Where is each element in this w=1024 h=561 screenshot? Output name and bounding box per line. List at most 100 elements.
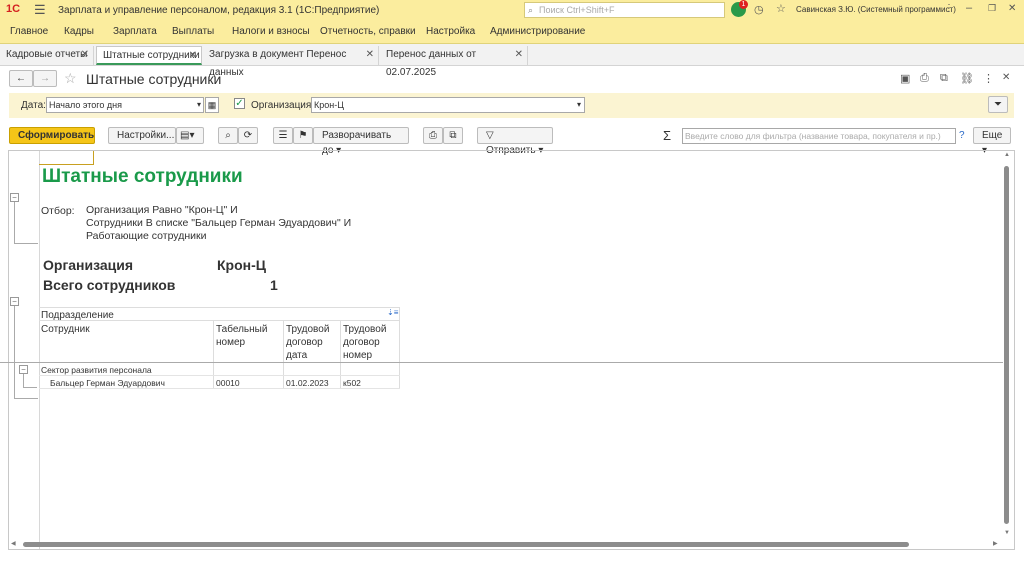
dropdown-icon[interactable]: ▾ — [197, 98, 201, 112]
count-label: Всего сотрудников — [43, 277, 176, 293]
row-border — [39, 388, 400, 389]
organization-checkbox[interactable]: ✓ — [234, 98, 245, 109]
menu-icon[interactable]: ☰ — [34, 2, 46, 18]
minimize-icon[interactable]: – — [966, 2, 972, 14]
link-icon[interactable]: ⛓ — [960, 72, 974, 85]
title-bar: 1С ☰ Зарплата и управление персоналом, р… — [0, 0, 1024, 20]
date-label: Дата: — [21, 100, 46, 111]
calendar-icon[interactable]: ▦ — [205, 97, 219, 113]
dropdown-icon[interactable]: ▾ — [577, 98, 581, 112]
group-line — [23, 374, 24, 388]
menu-item-admin[interactable]: Администрирование — [490, 26, 585, 37]
group-collapse-icon[interactable]: − — [10, 193, 19, 202]
print-icon: ⎙ — [429, 130, 437, 141]
find-button[interactable]: ⌕ — [218, 127, 238, 144]
horizontal-scroll-thumb[interactable] — [23, 542, 909, 547]
menu-item-main[interactable]: Главное — [10, 26, 48, 37]
col-divider — [340, 321, 341, 388]
folder-icon: ▤▾ — [180, 130, 195, 141]
menu-item-reports[interactable]: Отчетность, справки — [320, 26, 416, 37]
scroll-up-icon[interactable]: ▲ — [1004, 152, 1010, 158]
back-button[interactable]: ← — [9, 70, 33, 87]
restore-icon[interactable]: ❐ — [988, 3, 996, 14]
preview-icon[interactable]: ⧉ — [940, 72, 948, 85]
menu-item-settings[interactable]: Настройка — [426, 26, 475, 37]
tab-bar: Кадровые отчеты ✕ Штатные сотрудники ✕ Заг… — [0, 44, 1024, 78]
date-field[interactable]: Начало этого дня ▾ — [46, 97, 204, 113]
generate-button[interactable]: Сформировать — [9, 127, 95, 144]
report-gutter-line — [39, 151, 40, 549]
variants-button[interactable]: ▤▾ — [176, 127, 204, 144]
cell-employee: Бальцер Герман Эдуардович — [50, 378, 165, 388]
close-icon[interactable]: ✕ — [81, 46, 89, 64]
window-title: Зарплата и управление персоналом, редакц… — [58, 5, 380, 16]
cell-tab-number: 00010 — [216, 378, 240, 388]
organization-field[interactable]: Крон-Ц ▾ — [311, 97, 585, 113]
col-divider — [213, 321, 214, 388]
close-icon[interactable]: ✕ — [515, 46, 523, 64]
filter-line: Работающие сотрудники — [86, 230, 207, 242]
group-collapse-icon[interactable]: − — [19, 365, 28, 374]
save-icon[interactable]: ▣ — [900, 72, 910, 85]
list-icon: ☰ — [278, 130, 288, 141]
more-button[interactable]: Еще ▾ — [973, 127, 1011, 156]
scroll-down-icon[interactable]: ▼ — [1004, 530, 1010, 536]
menu-item-salary[interactable]: Зарплата — [113, 26, 157, 37]
table-border — [39, 307, 400, 308]
print-button[interactable]: ⎙ — [423, 127, 443, 144]
close-icon[interactable]: ✕ — [189, 47, 197, 65]
send-icon: ▽ — [486, 130, 494, 141]
menu-item-taxes[interactable]: Налоги и взносы — [232, 26, 310, 37]
form-title: Штатные сотрудники — [86, 71, 222, 87]
tab-load-transfer[interactable]: Загрузка в документ Перенос данных ✕ — [203, 46, 379, 78]
find-next-button[interactable]: ⟳ — [238, 127, 258, 144]
help-icon[interactable]: ? — [959, 130, 965, 141]
history-icon[interactable]: ◷ — [754, 3, 764, 16]
tab-hr-reports[interactable]: Кадровые отчеты ✕ — [0, 46, 94, 65]
menu-item-hr[interactable]: Кадры — [64, 26, 94, 37]
filter-input[interactable]: Введите слово для фильтра (название това… — [682, 128, 956, 144]
group-line — [14, 306, 15, 399]
sort-icon[interactable]: ⇣≡ — [387, 308, 398, 317]
user-name: Савинская З.Ю. (Системный программист) — [796, 5, 956, 14]
vertical-scroll-thumb[interactable] — [1004, 166, 1009, 524]
org-value: Крон-Ц — [217, 257, 266, 273]
row-border — [39, 375, 400, 376]
notification-badge: 1 — [739, 0, 748, 9]
form-close-icon[interactable]: ✕ — [1002, 72, 1010, 83]
send-button[interactable]: ▽ Отправить ▾ — [477, 127, 553, 156]
scroll-left-icon[interactable]: ◀ — [11, 540, 16, 547]
table-header-separator — [0, 362, 1003, 363]
sum-icon[interactable]: Σ — [663, 128, 671, 143]
form-more-icon[interactable]: ⋮ — [983, 72, 994, 85]
report-title: Штатные сотрудники — [42, 166, 243, 187]
app-logo: 1С — [6, 3, 21, 15]
preview-button[interactable]: ⧉ — [443, 127, 463, 144]
group-row: Сектор развития персонала — [41, 365, 152, 375]
filter-line: Организация Равно "Крон-Ц" И — [86, 204, 238, 216]
org-label: Организация — [43, 257, 134, 273]
tab-data-transfer[interactable]: Перенос данных от 02.07.2025 ✕ — [380, 46, 528, 78]
forward-button[interactable]: → — [33, 70, 57, 87]
menu-item-payments[interactable]: Выплаты — [172, 26, 214, 37]
settings-button[interactable]: Настройки... — [108, 127, 176, 144]
favorite-star-icon[interactable]: ☆ — [64, 70, 77, 87]
collapse-button[interactable]: ☰ — [273, 127, 293, 144]
print-icon[interactable]: ⎙ — [920, 72, 929, 85]
col-header-contract-number: Трудовой договор номер — [343, 324, 387, 361]
favorites-icon[interactable]: ☆ — [776, 2, 786, 15]
count-value: 1 — [270, 277, 278, 293]
filter-settings-button[interactable]: ⏷ — [988, 96, 1008, 113]
expand-to-button[interactable]: Разворачивать до ▾ — [313, 127, 409, 156]
filter-label: Отбор: — [41, 205, 75, 217]
more-icon[interactable]: ⋮ — [944, 3, 954, 14]
tab-staff-employees[interactable]: Штатные сотрудники ✕ — [96, 46, 202, 65]
scroll-right-icon[interactable]: ▶ — [993, 540, 998, 547]
close-icon[interactable]: ✕ — [1008, 3, 1016, 14]
expand-button[interactable]: ⚑ — [293, 127, 313, 144]
group-collapse-icon[interactable]: − — [10, 297, 19, 306]
close-icon[interactable]: ✕ — [366, 46, 374, 64]
funnel-icon: ⏷ — [994, 99, 1002, 110]
col-header-contract-date: Трудовой договор дата — [286, 324, 330, 361]
search-input[interactable]: ⌕ Поиск Ctrl+Shift+F — [524, 2, 725, 18]
